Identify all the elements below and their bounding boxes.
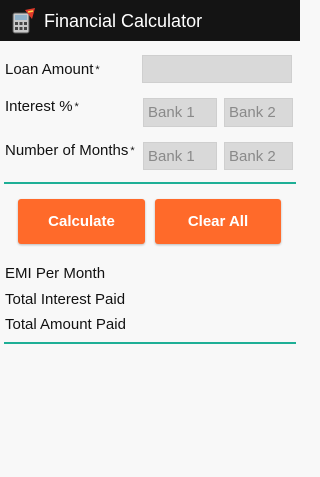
total-amount-paid-label: Total Amount Paid: [5, 316, 126, 333]
months-bank2-input[interactable]: [224, 142, 293, 170]
total-interest-paid-label: Total Interest Paid: [5, 291, 126, 308]
form-divider: [4, 182, 296, 184]
loan-amount-input[interactable]: [142, 55, 292, 83]
interest-label-text: Interest %: [5, 98, 73, 115]
calculate-button[interactable]: Calculate: [18, 199, 145, 244]
calculator-icon: [12, 8, 35, 34]
months-label-text: Number of Months: [5, 142, 129, 159]
emi-per-month-label: EMI Per Month: [5, 265, 106, 282]
months-label: Number of Months *: [5, 142, 135, 160]
loan-amount-label-text: Loan Amount: [5, 61, 94, 78]
required-mark: *: [74, 101, 79, 113]
interest-label: Interest % *: [5, 98, 79, 116]
interest-bank1-input[interactable]: [143, 98, 217, 127]
loan-amount-label: Loan Amount *: [5, 61, 100, 79]
required-mark: *: [130, 145, 135, 157]
interest-bank2-input[interactable]: [224, 98, 293, 127]
clear-all-button[interactable]: Clear All: [155, 199, 281, 244]
results-divider: [4, 342, 296, 344]
required-mark: *: [95, 64, 100, 76]
months-bank1-input[interactable]: [143, 142, 217, 170]
app-bar: Financial Calculator: [0, 0, 300, 41]
app-title: Financial Calculator: [44, 11, 203, 31]
